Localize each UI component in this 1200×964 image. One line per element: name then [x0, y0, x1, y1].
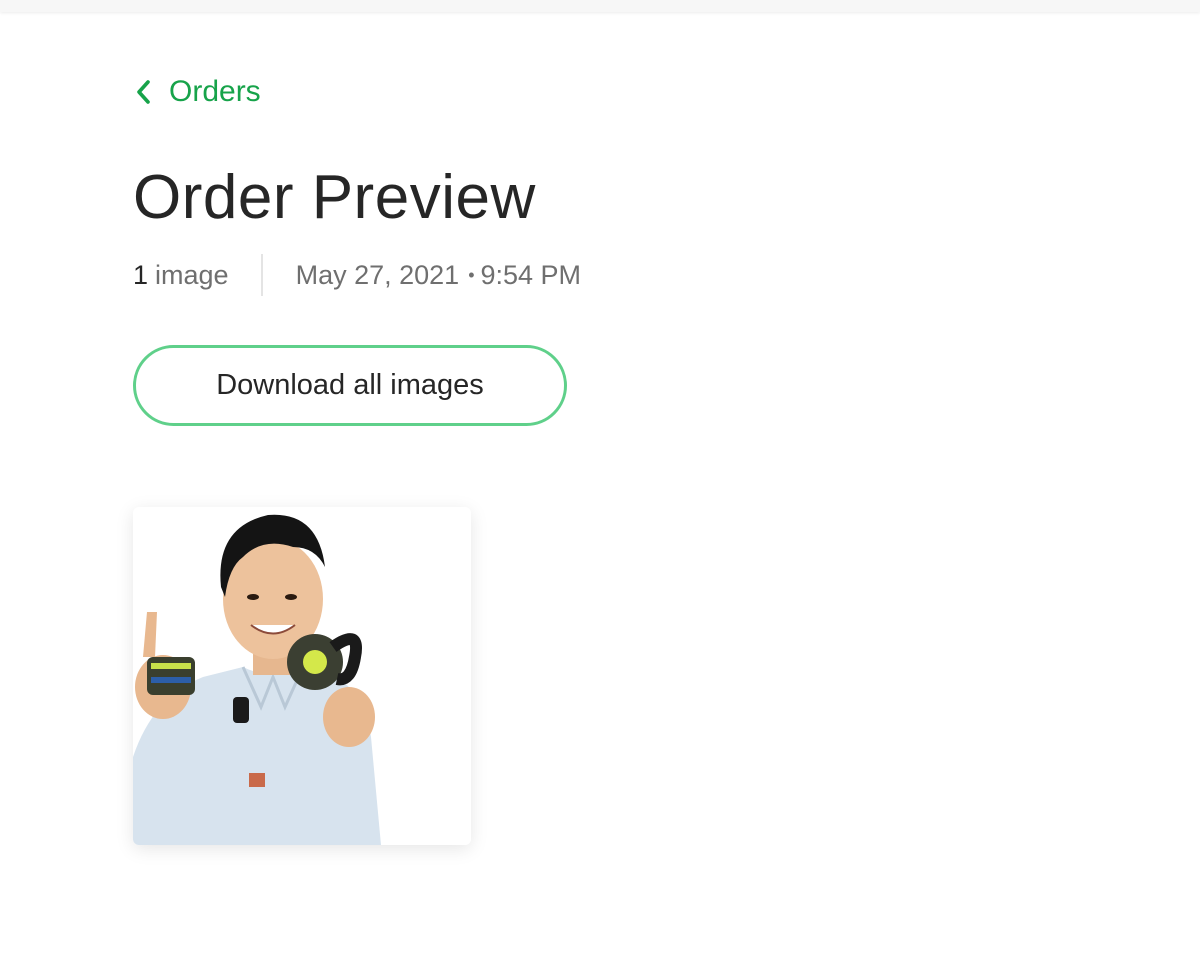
image-thumbnail[interactable]: [133, 507, 471, 845]
page-title: Order Preview: [133, 163, 536, 232]
image-count: 1: [133, 259, 149, 290]
order-date: May 27, 2021: [295, 259, 460, 290]
chevron-left-icon: [133, 74, 155, 110]
download-all-button[interactable]: Download all images: [133, 345, 567, 426]
product-photo: [133, 507, 471, 845]
meta-divider: [260, 254, 263, 296]
top-bar: [0, 0, 1200, 12]
back-link-label: Orders: [169, 75, 261, 108]
back-to-orders-link[interactable]: Orders: [133, 74, 261, 110]
order-meta: 1 image May 27, 2021 • 9:54 PM: [133, 254, 581, 296]
meta-separator: •: [468, 264, 475, 285]
order-time: 9:54 PM: [480, 259, 582, 290]
image-count-unit: image: [155, 259, 229, 290]
